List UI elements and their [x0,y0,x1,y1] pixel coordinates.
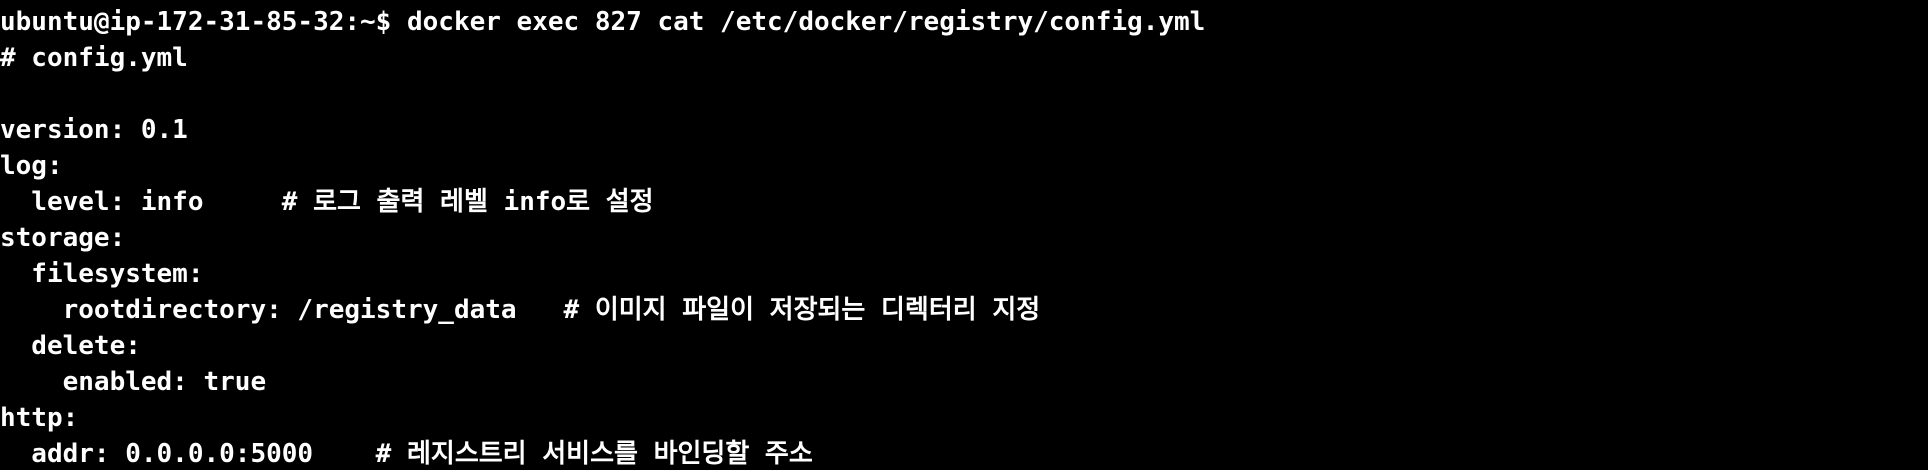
terminal-line: log: [0,151,63,181]
terminal-line-command: ubuntu@ip-172-31-85-32:~$ docker exec 82… [0,7,1206,37]
terminal-line: filesystem: [0,259,204,289]
terminal-line: http: [0,403,79,433]
terminal-line: rootdirectory: /registry_data # 이미지 파일이 … [0,295,1041,325]
terminal-line: enabled: true [0,367,267,397]
terminal-line: storage: [0,223,126,253]
terminal-line: # config.yml [0,43,188,73]
terminal-line: delete: [0,331,141,361]
terminal-line: version: 0.1 [0,115,188,145]
terminal-window[interactable]: ubuntu@ip-172-31-85-32:~$ docker exec 82… [0,0,1928,470]
terminal-line: addr: 0.0.0.0:5000 # 레지스트리 서비스를 바인딩할 주소 [0,439,813,469]
terminal-line: level: info # 로그 출력 레벨 info로 설정 [0,187,654,217]
